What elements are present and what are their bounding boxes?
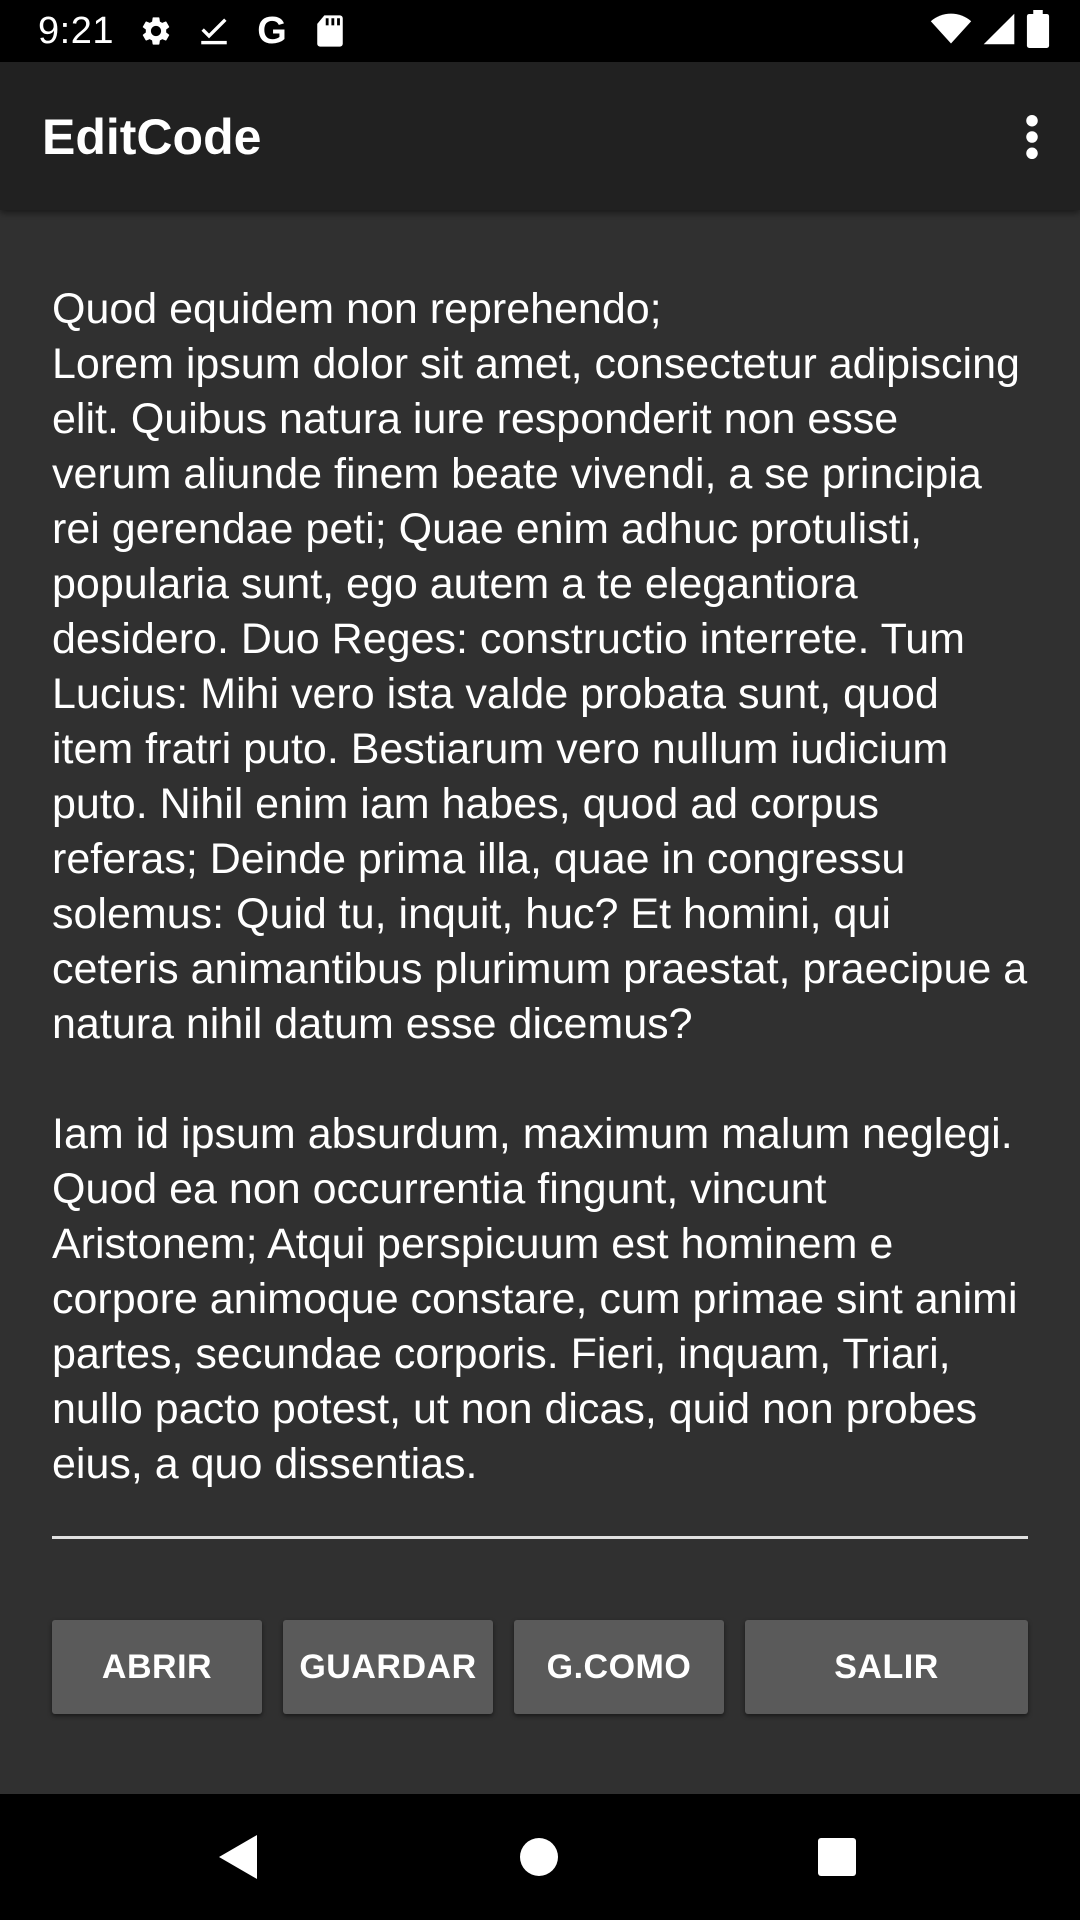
back-triangle-icon bbox=[219, 1835, 257, 1879]
back-button[interactable] bbox=[206, 1824, 272, 1890]
open-button[interactable]: ABRIR bbox=[52, 1620, 262, 1714]
signal-icon bbox=[982, 12, 1016, 51]
status-bar: 9:21 G bbox=[0, 0, 1080, 62]
status-time: 9:21 bbox=[38, 10, 114, 52]
settings-icon bbox=[136, 11, 176, 51]
save-button[interactable]: GUARDAR bbox=[283, 1620, 493, 1714]
sd-card-icon bbox=[310, 11, 350, 51]
google-icon: G bbox=[252, 11, 292, 51]
home-circle-icon bbox=[520, 1838, 558, 1876]
system-icons bbox=[930, 9, 1050, 53]
action-buttons: ABRIR GUARDAR G.COMO SALIR bbox=[52, 1620, 1028, 1716]
google-letter: G bbox=[257, 10, 287, 52]
checkbox-done-icon bbox=[194, 11, 234, 51]
editor-underline bbox=[52, 1536, 1028, 1539]
code-editor-field[interactable]: Quod equidem non reprehendo; Lorem ipsum… bbox=[52, 282, 1028, 1530]
notification-icons: G bbox=[136, 10, 350, 52]
home-button[interactable] bbox=[506, 1824, 572, 1890]
more-options-button[interactable] bbox=[1002, 102, 1062, 172]
app-title: EditCode bbox=[42, 109, 262, 165]
wifi-icon bbox=[930, 12, 972, 51]
app-bar: EditCode bbox=[0, 62, 1080, 210]
battery-icon bbox=[1026, 9, 1050, 53]
recents-button[interactable] bbox=[804, 1824, 870, 1890]
exit-button[interactable]: SALIR bbox=[745, 1620, 1028, 1714]
editor-container: Quod equidem non reprehendo; Lorem ipsum… bbox=[52, 282, 1028, 1539]
navigation-bar bbox=[0, 1794, 1080, 1920]
screen: 9:21 G EditCode Quod equidem non reprehe… bbox=[0, 0, 1080, 1920]
more-vert-icon bbox=[1026, 114, 1038, 160]
save-as-button[interactable]: G.COMO bbox=[514, 1620, 724, 1714]
recents-square-icon bbox=[818, 1838, 856, 1876]
